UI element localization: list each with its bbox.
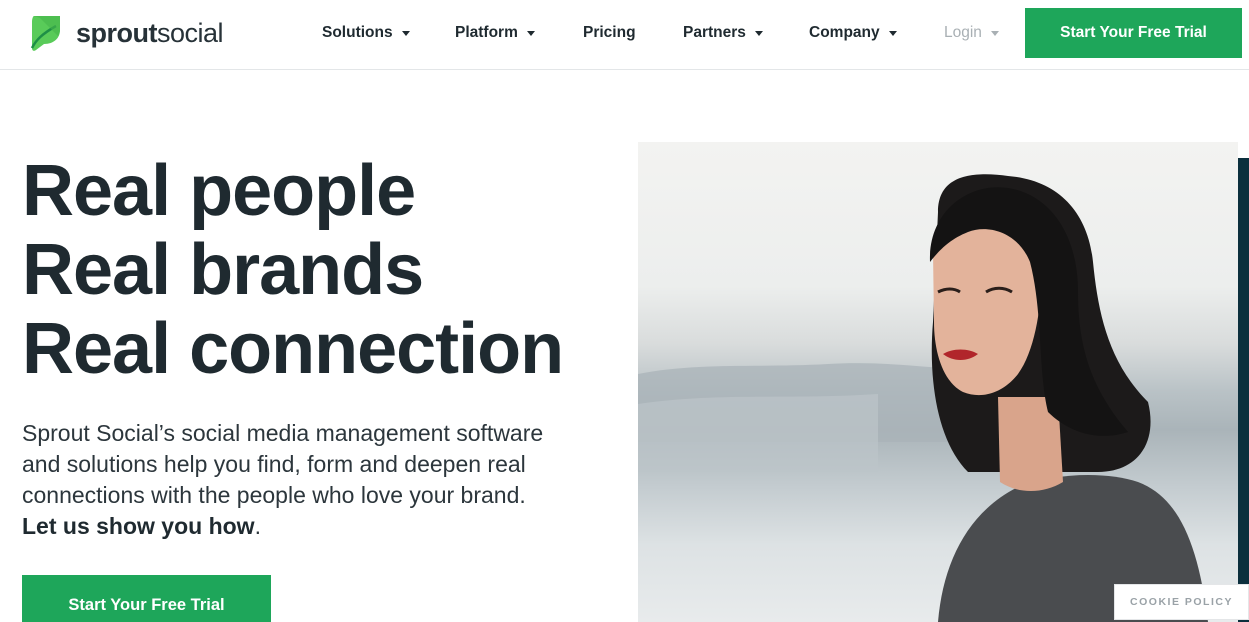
start-free-trial-header-button[interactable]: Start Your Free Trial xyxy=(1025,8,1242,58)
nav-platform-label: Platform xyxy=(455,24,518,41)
nav-solutions-label: Solutions xyxy=(322,24,393,41)
hero-photo xyxy=(638,142,1238,622)
sprout-leaf-logo-icon xyxy=(30,14,62,52)
chevron-down-icon xyxy=(754,30,763,36)
hero-description: Sprout Social’s social media management … xyxy=(22,418,582,542)
nav-partners[interactable]: Partners xyxy=(683,23,763,43)
nav-platform[interactable]: Platform xyxy=(455,23,535,43)
logo-wordmark: sproutsocial xyxy=(76,17,224,49)
chevron-down-icon xyxy=(401,30,410,36)
nav-solutions[interactable]: Solutions xyxy=(322,23,410,43)
cookie-policy-link[interactable]: COOKIE POLICY xyxy=(1114,584,1249,620)
nav-pricing-label: Pricing xyxy=(583,24,636,41)
nav-company-label: Company xyxy=(809,24,880,41)
start-free-trial-hero-button[interactable]: Start Your Free Trial xyxy=(22,575,271,622)
site-header: sproutsocial Solutions Platform Pricing … xyxy=(0,0,1249,70)
hero-headline: Real people Real brands Real connection xyxy=(22,151,564,389)
nav-partners-label: Partners xyxy=(683,24,746,41)
decorative-dark-strip xyxy=(1238,158,1249,622)
nav-login-label: Login xyxy=(944,24,982,41)
nav-company[interactable]: Company xyxy=(809,23,897,43)
hero-description-end: . xyxy=(254,513,261,539)
logo-wordmark-bold: sprout xyxy=(76,17,158,48)
sprout-social-logo[interactable]: sproutsocial xyxy=(30,13,224,53)
headline-line-2: Real brands xyxy=(22,230,424,310)
chevron-down-icon xyxy=(888,30,897,36)
logo-wordmark-regular: social xyxy=(157,17,224,48)
chevron-down-icon xyxy=(990,30,999,36)
chevron-down-icon xyxy=(526,30,535,36)
headline-line-3: Real connection xyxy=(22,309,564,389)
hero-description-text: Sprout Social’s social media management … xyxy=(22,420,544,508)
headline-line-1: Real people xyxy=(22,151,416,231)
hero-description-emphasis: Let us show you how xyxy=(22,513,255,539)
nav-login[interactable]: Login xyxy=(944,23,999,43)
nav-pricing[interactable]: Pricing xyxy=(583,23,636,43)
